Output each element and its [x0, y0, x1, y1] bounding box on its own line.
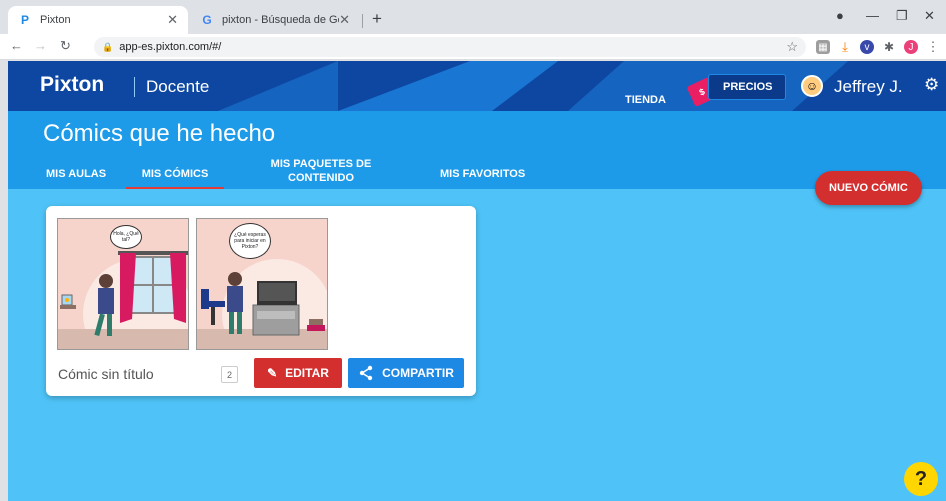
- share-button[interactable]: COMPARTIR: [348, 358, 464, 388]
- speech-bubble: Hola, ¿Qué tal?: [110, 225, 142, 249]
- store-link[interactable]: TIENDA: [625, 94, 666, 106]
- prices-button[interactable]: PRECIOS: [708, 74, 786, 100]
- tab-label: MIS AULAS: [46, 168, 107, 180]
- help-label: ?: [914, 467, 928, 490]
- bookmark-star-icon[interactable]: ☆: [786, 39, 798, 55]
- user-avatar[interactable]: ☺: [801, 75, 823, 97]
- address-bar[interactable]: 🔒 app-es.pixton.com/#/ ☆: [94, 37, 806, 57]
- new-comic-label: NUEVO CÓMIC: [829, 182, 908, 194]
- profile-dot-icon[interactable]: ●: [836, 8, 844, 23]
- back-icon[interactable]: ←: [10, 38, 23, 53]
- app-header: Pixton Docente TIENDA $ PRECIOS ☺ Jeffre…: [8, 61, 946, 111]
- browser-tab-strip: P Pixton ✕ G pixton - Búsqueda de Google…: [0, 0, 946, 34]
- comic-card[interactable]: Hola, ¿Qué tal? ¿Qué esperas para inicia…: [46, 206, 476, 396]
- new-comic-button[interactable]: NUEVO CÓMIC: [815, 171, 922, 205]
- panel-count-badge: 2: [221, 366, 238, 383]
- window-close-icon[interactable]: ✕: [924, 8, 935, 24]
- tab-mis-paquetes[interactable]: MIS PAQUETES DE CONTENIDO: [266, 157, 376, 185]
- url-text: app-es.pixton.com/#/: [119, 41, 222, 53]
- tab-label: MIS PAQUETES DE CONTENIDO: [270, 158, 372, 184]
- logo-divider: [134, 77, 135, 97]
- edit-button[interactable]: ✎ EDITAR: [254, 358, 342, 388]
- tab-divider: [362, 14, 363, 28]
- browser-toolbar: ← → ↻ 🔒 app-es.pixton.com/#/ ☆ ▦ ⤓ v ✱ J…: [0, 34, 946, 60]
- header-decoration: [338, 61, 558, 111]
- puzzle-icon[interactable]: ✱: [882, 40, 896, 54]
- speech-bubble: ¿Qué esperas para iniciar en Pixton?: [229, 223, 271, 259]
- tab-title: Pixton: [40, 14, 71, 26]
- prices-label: PRECIOS: [723, 81, 773, 93]
- close-icon[interactable]: ✕: [339, 12, 350, 28]
- minimize-icon[interactable]: —: [866, 8, 879, 23]
- role-label: Docente: [146, 77, 210, 96]
- share-label: COMPARTIR: [382, 366, 454, 380]
- tab-mis-comics[interactable]: MIS CÓMICS: [126, 167, 224, 190]
- profile-avatar-icon[interactable]: J: [904, 40, 918, 54]
- user-name[interactable]: Jeffrey J.: [834, 77, 903, 97]
- tab-mis-aulas[interactable]: MIS AULAS: [46, 167, 106, 181]
- share-icon: [359, 365, 373, 381]
- close-icon[interactable]: ✕: [167, 12, 178, 28]
- menu-dots-icon[interactable]: ⋮: [926, 39, 940, 54]
- tab-label: MIS CÓMICS: [141, 168, 209, 180]
- download-icon[interactable]: ⤓: [838, 39, 852, 54]
- comic-panel[interactable]: ¿Qué esperas para iniciar en Pixton?: [196, 218, 328, 350]
- gear-icon[interactable]: ⚙: [924, 75, 939, 95]
- restore-icon[interactable]: ❐: [896, 8, 908, 24]
- google-icon: G: [202, 13, 212, 27]
- tab-title: pixton - Búsqueda de Google: [222, 14, 339, 26]
- comic-title[interactable]: Cómic sin título: [58, 366, 154, 382]
- browser-tab-pixton[interactable]: P Pixton ✕: [8, 6, 188, 34]
- page-subheader: Cómics que he hecho MIS AULAS MIS CÓMICS…: [8, 111, 946, 190]
- tab-label: MIS FAVORITOS: [440, 168, 526, 180]
- browser-tab-google[interactable]: G pixton - Búsqueda de Google ✕: [190, 6, 360, 34]
- lock-icon: 🔒: [102, 41, 114, 52]
- edit-label: EDITAR: [285, 366, 329, 380]
- pencil-icon: ✎: [267, 366, 278, 380]
- tab-mis-favoritos[interactable]: MIS FAVORITOS: [440, 167, 525, 181]
- forward-icon[interactable]: →: [34, 38, 47, 53]
- help-button[interactable]: ?: [904, 462, 938, 496]
- pixton-logo[interactable]: Pixton: [40, 73, 104, 97]
- comic-panel[interactable]: Hola, ¿Qué tal?: [57, 218, 189, 350]
- page-title: Cómics que he hecho: [43, 120, 276, 147]
- new-tab-icon[interactable]: +: [372, 9, 382, 29]
- pixton-icon: P: [20, 13, 29, 27]
- header-decoration: [218, 61, 338, 111]
- extension-icon[interactable]: ▦: [816, 40, 830, 54]
- vd-extension-icon[interactable]: v: [860, 40, 874, 54]
- reload-icon[interactable]: ↻: [60, 38, 71, 54]
